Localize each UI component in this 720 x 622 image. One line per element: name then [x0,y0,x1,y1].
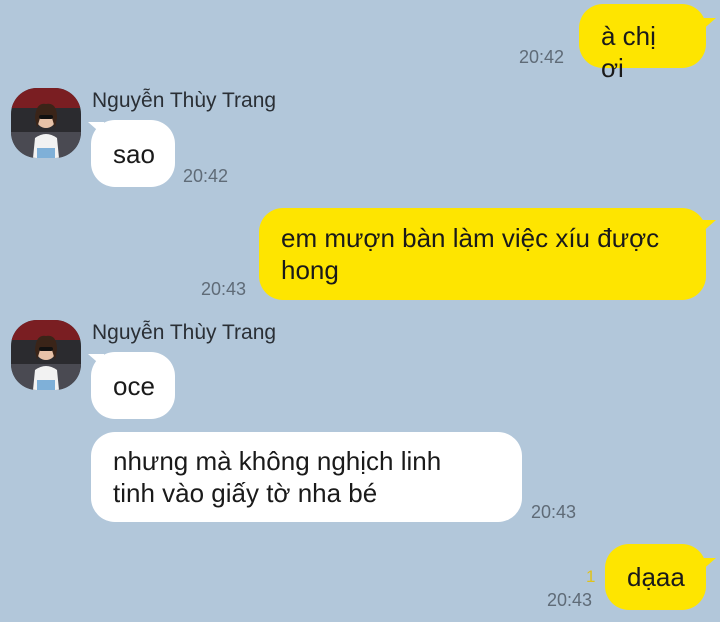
message-text: à chị ơi [601,21,656,83]
bubble-tail [700,220,716,234]
their-message-bubble[interactable]: oce [91,352,175,419]
profile-photo-icon [11,320,81,390]
my-message-bubble[interactable]: em mượn bàn làm việc xíu được hong [259,208,706,300]
message-text: dạaa [627,562,685,592]
contact-avatar[interactable] [11,88,81,158]
chat-conversation: 20:42 à chị ơi Nguyễn Thùy Trang sao 20:… [0,0,720,622]
message-text-line: hong [281,255,339,285]
message-timestamp: 20:43 [531,502,577,522]
my-message-bubble[interactable]: dạaa [605,544,706,610]
their-message-bubble[interactable]: sao [91,120,175,187]
message-timestamp: 20:42 [183,166,229,186]
their-message-bubble[interactable]: nhưng mà không nghịch linh tinh vào giấy… [91,432,522,522]
message-text-line: nhưng mà không nghịch linh [113,446,442,476]
message-timestamp: 20:43 [201,279,247,299]
unread-count: 1 [586,567,596,586]
bubble-tail [700,558,716,572]
message-timestamp: 20:42 [519,47,565,67]
contact-name: Nguyễn Thùy Trang [92,89,277,112]
profile-photo-icon [11,88,81,158]
message-text: sao [113,139,155,169]
contact-avatar[interactable] [11,320,81,390]
message-text-line: em mượn bàn làm việc xíu được [281,223,660,253]
my-message-bubble[interactable]: à chị ơi [579,4,706,83]
contact-name: Nguyễn Thùy Trang [92,321,277,344]
bubble-tail [700,18,716,32]
message-text: oce [113,371,155,401]
message-timestamp: 20:43 [547,590,593,610]
message-text-line: tinh vào giấy tờ nha bé [113,478,378,508]
